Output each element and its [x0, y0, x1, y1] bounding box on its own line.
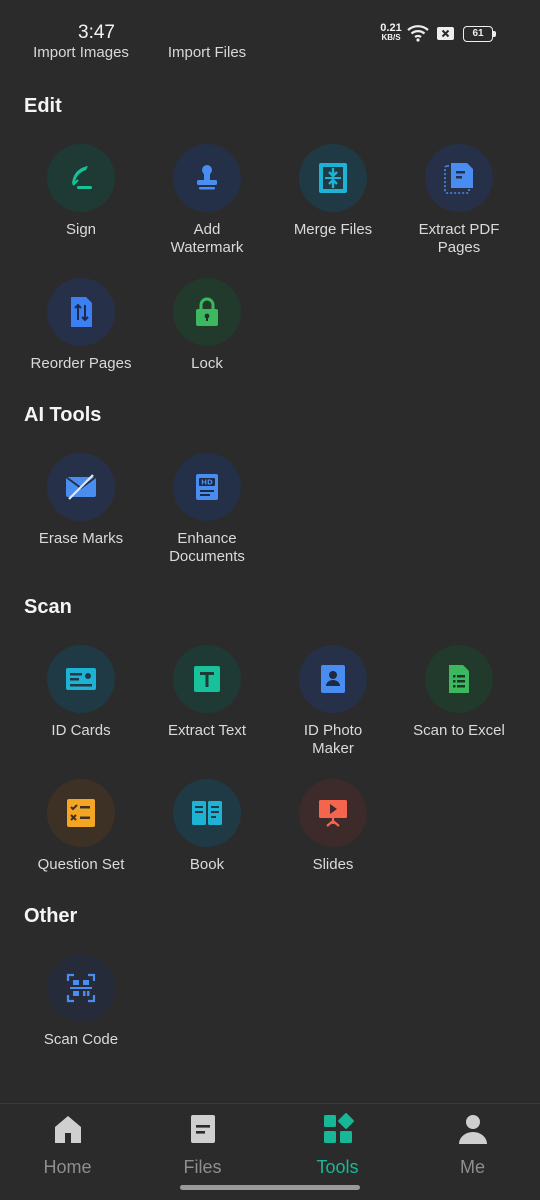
file-icon — [190, 1115, 215, 1143]
tool-label: Extract PDF Pages — [418, 221, 500, 256]
tool-label: Extract Text — [167, 722, 247, 739]
tool-add-watermark[interactable]: Add Watermark — [144, 144, 270, 257]
tool-lock[interactable]: Lock — [144, 278, 270, 373]
tool-label: Lock — [191, 355, 223, 372]
tool-scan-to-excel[interactable]: Scan to Excel — [396, 645, 522, 740]
tool-erase-marks[interactable]: Erase Marks — [18, 453, 144, 548]
scrolled-row: Import Images Import Files — [0, 42, 540, 64]
tool-label: Question Set — [37, 856, 125, 873]
text-icon — [173, 645, 241, 713]
stamp-icon — [173, 144, 241, 212]
reorder-icon — [47, 278, 115, 346]
tool-scan-code[interactable]: Scan Code — [18, 954, 144, 1049]
nav-label: Tools — [316, 1157, 359, 1177]
nav-label: Files — [183, 1157, 222, 1177]
clock: 3:47 — [78, 22, 115, 43]
tool-question-set[interactable]: Question Set — [18, 779, 144, 874]
nav-me[interactable]: Me — [405, 1104, 540, 1200]
tool-label: Enhance Documents — [169, 530, 245, 565]
tool-label: Merge Files — [293, 221, 373, 238]
tool-label: Book — [189, 856, 225, 873]
import-files-label[interactable]: Import Files — [127, 44, 287, 61]
tool-reorder-pages[interactable]: Reorder Pages — [18, 278, 144, 373]
qr-code-icon — [47, 954, 115, 1022]
home-icon — [54, 1116, 81, 1143]
tool-sign[interactable]: Sign — [18, 144, 144, 239]
tool-id-cards[interactable]: ID Cards — [18, 645, 144, 740]
merge-icon — [299, 144, 367, 212]
spreadsheet-icon — [425, 645, 493, 713]
nav-home[interactable]: Home — [0, 1104, 135, 1200]
id-card-icon — [47, 645, 115, 713]
quill-pen-icon — [47, 144, 115, 212]
nav-label: Me — [459, 1157, 485, 1177]
network-speed: 0.21 KB/S — [380, 22, 402, 43]
svg-text:HD: HD — [201, 479, 213, 487]
question-set-icon — [47, 779, 115, 847]
tool-book[interactable]: Book — [144, 779, 270, 874]
tool-enhance-documents[interactable]: HD Enhance Documents — [144, 453, 270, 566]
tool-label: Erase Marks — [38, 530, 124, 547]
section-title-scan: Scan — [24, 596, 72, 618]
tool-label: Reorder Pages — [30, 355, 132, 372]
tool-label: Slides — [312, 856, 354, 873]
tool-slides[interactable]: Slides — [270, 779, 396, 874]
tool-extract-pdf-pages[interactable]: Extract PDF Pages — [396, 144, 522, 257]
person-icon — [458, 1115, 487, 1144]
erase-icon — [47, 453, 115, 521]
tool-label: ID Photo Maker — [303, 722, 363, 757]
section-title-edit: Edit — [24, 95, 62, 117]
nav-label: Home — [43, 1157, 92, 1177]
tool-merge-files[interactable]: Merge Files — [270, 144, 396, 239]
extract-pages-icon — [425, 144, 493, 212]
wifi-icon — [407, 25, 429, 42]
slides-icon — [299, 779, 367, 847]
home-indicator[interactable] — [180, 1185, 360, 1190]
section-title-ai-tools: AI Tools — [24, 404, 102, 426]
tools-grid-icon — [323, 1113, 354, 1143]
tool-label: Add Watermark — [170, 221, 244, 256]
hd-document-icon: HD — [173, 453, 241, 521]
tool-label: Scan Code — [43, 1031, 119, 1048]
tool-label: Scan to Excel — [413, 722, 505, 739]
tool-id-photo-maker[interactable]: ID Photo Maker — [270, 645, 396, 758]
battery-icon: 61 — [463, 26, 496, 42]
no-sim-icon — [437, 27, 454, 40]
book-icon — [173, 779, 241, 847]
lock-icon — [173, 278, 241, 346]
tool-extract-text[interactable]: Extract Text — [144, 645, 270, 740]
tool-label: ID Cards — [51, 722, 111, 739]
id-photo-icon — [299, 645, 367, 713]
tool-label: Sign — [65, 221, 97, 238]
section-title-other: Other — [24, 905, 78, 927]
